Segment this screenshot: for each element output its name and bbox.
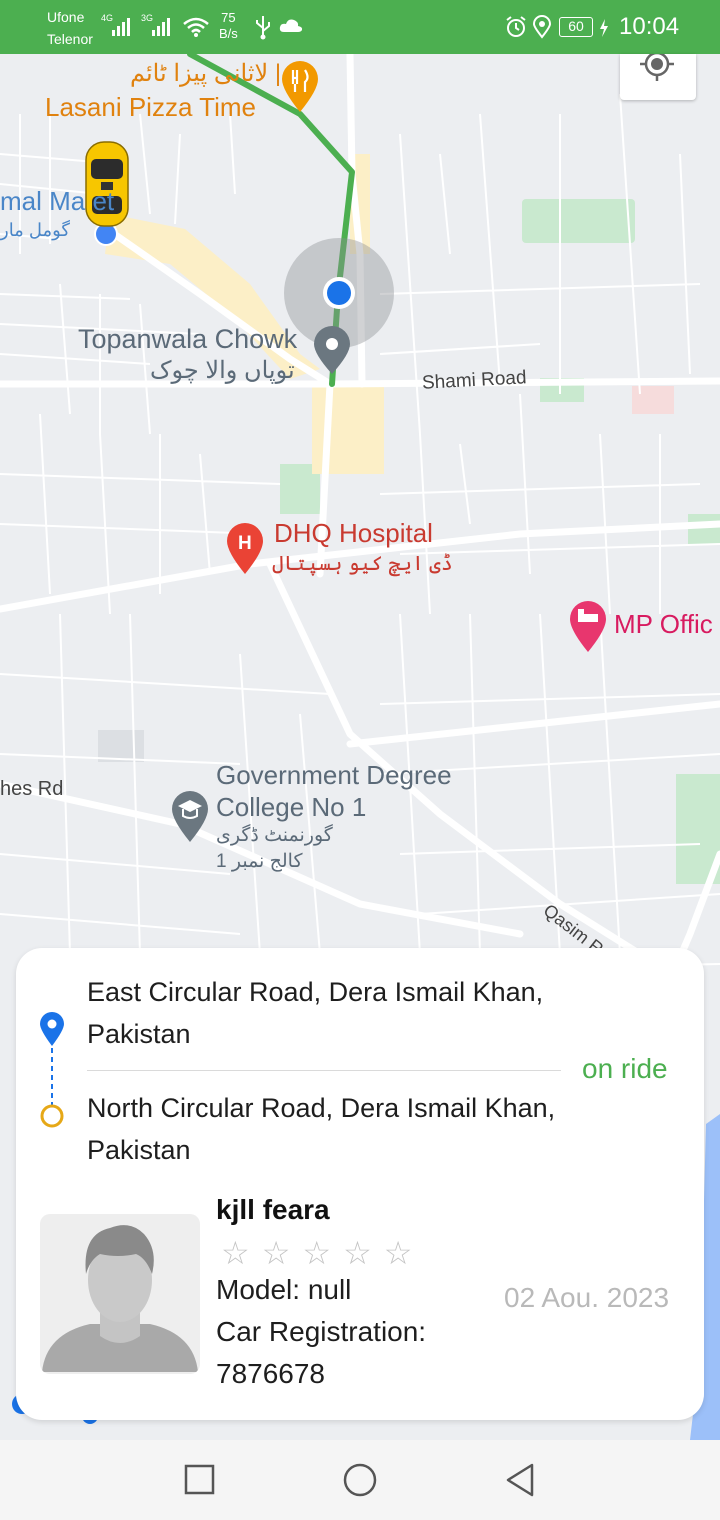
- dropoff-address: North Circular Road, Dera Ismail Khan, P…: [87, 1093, 556, 1165]
- car-registration-label: Car Registration:: [216, 1316, 427, 1347]
- car-model: Model: null: [216, 1274, 352, 1305]
- battery-icon: 60: [559, 17, 593, 37]
- map-label-lasani-urdu: لاثانی پیزا ٹائم |: [130, 60, 282, 87]
- pickup-address: East Circular Road, Dera Ismail Khan, Pa…: [87, 977, 544, 1049]
- hospital-area: [632, 386, 674, 414]
- map-label-gomal: mal Ma et: [0, 186, 115, 216]
- carrier-1: Ufone: [47, 9, 85, 25]
- car-registration-value: 7876678: [216, 1358, 326, 1389]
- alarm-icon: [506, 16, 526, 37]
- signal-icon: [112, 18, 130, 36]
- map-label-college-2: College No 1: [216, 792, 367, 822]
- park-area: [688, 514, 720, 544]
- star-icon: ☆: [383, 1235, 425, 1271]
- recent-apps-button[interactable]: [184, 1460, 216, 1500]
- carrier-2: Telenor: [47, 31, 93, 47]
- svg-text:H: H: [238, 533, 252, 554]
- location-icon: [532, 15, 552, 39]
- map-label-mp-office: MP Offic: [614, 609, 713, 639]
- wifi-icon: [183, 17, 209, 37]
- net-speed-unit: B/s: [219, 26, 238, 41]
- status-bar: Ufone Telenor 4G 3G 75 B/s 60 10:04: [0, 0, 720, 54]
- pickup-pin-icon: [40, 1012, 64, 1046]
- trip-details-card[interactable]: East Circular Road, Dera Ismail Khan, Pa…: [16, 948, 704, 1420]
- star-icon: ☆: [302, 1235, 344, 1271]
- building-area: [98, 730, 144, 762]
- map-label-college-1: Government Degree: [216, 760, 452, 790]
- star-icon: ☆: [343, 1235, 384, 1271]
- map-label-college-urdu-2: کالج نمبر 1: [216, 851, 303, 872]
- driver-name: kjll feara: [216, 1194, 330, 1225]
- map-label-lasani: Lasani Pizza Time: [45, 92, 256, 122]
- clock: 10:04: [619, 13, 680, 40]
- lodging-pin-icon[interactable]: [570, 601, 606, 652]
- park-area: [522, 199, 635, 243]
- driver-avatar: [40, 1214, 200, 1374]
- cloud-icon: [279, 19, 303, 32]
- usb-icon: [256, 16, 270, 40]
- back-button[interactable]: [502, 1460, 538, 1500]
- star-icon: ☆: [221, 1235, 262, 1271]
- pickup-location-dot: [96, 224, 116, 244]
- map-label-topanwala: Topanwala Chowk: [78, 324, 298, 354]
- star-icon: ☆: [261, 1235, 303, 1271]
- place-pin-icon[interactable]: [314, 326, 350, 374]
- map-label-hes-rd: hes Rd: [0, 778, 64, 800]
- route-indicator: [40, 1012, 64, 1128]
- signal-icon: [152, 18, 170, 36]
- crosshair-icon: [640, 50, 674, 81]
- trip-date: 02 Aou. 2023: [504, 1282, 670, 1313]
- net-speed: 75 B/s: [219, 10, 238, 42]
- map-label-gomal-urdu: گومل مار: [0, 220, 70, 240]
- system-nav-bar: [0, 1440, 720, 1520]
- map-label-topanwala-urdu: توپاں والا چوک: [150, 357, 295, 384]
- map-label-dhq-urdu: ڈی ایچ کیو ہسپتال: [272, 553, 453, 575]
- address-divider: [87, 1070, 561, 1071]
- rating-stars: ☆☆☆☆☆: [221, 1234, 424, 1272]
- current-location-dot[interactable]: [327, 281, 351, 305]
- home-button[interactable]: [340, 1460, 380, 1500]
- map-label-dhq: DHQ Hospital: [274, 518, 433, 548]
- my-location-button[interactable]: [620, 50, 696, 100]
- net-speed-value: 75: [221, 10, 236, 25]
- dropoff-circle-icon: [40, 1104, 64, 1128]
- person-placeholder-icon: [42, 1225, 198, 1372]
- map-label-college-urdu-1: گورنمنٹ ڈگری: [216, 825, 333, 846]
- ride-status: on ride: [582, 1053, 668, 1084]
- charging-icon: [600, 19, 608, 37]
